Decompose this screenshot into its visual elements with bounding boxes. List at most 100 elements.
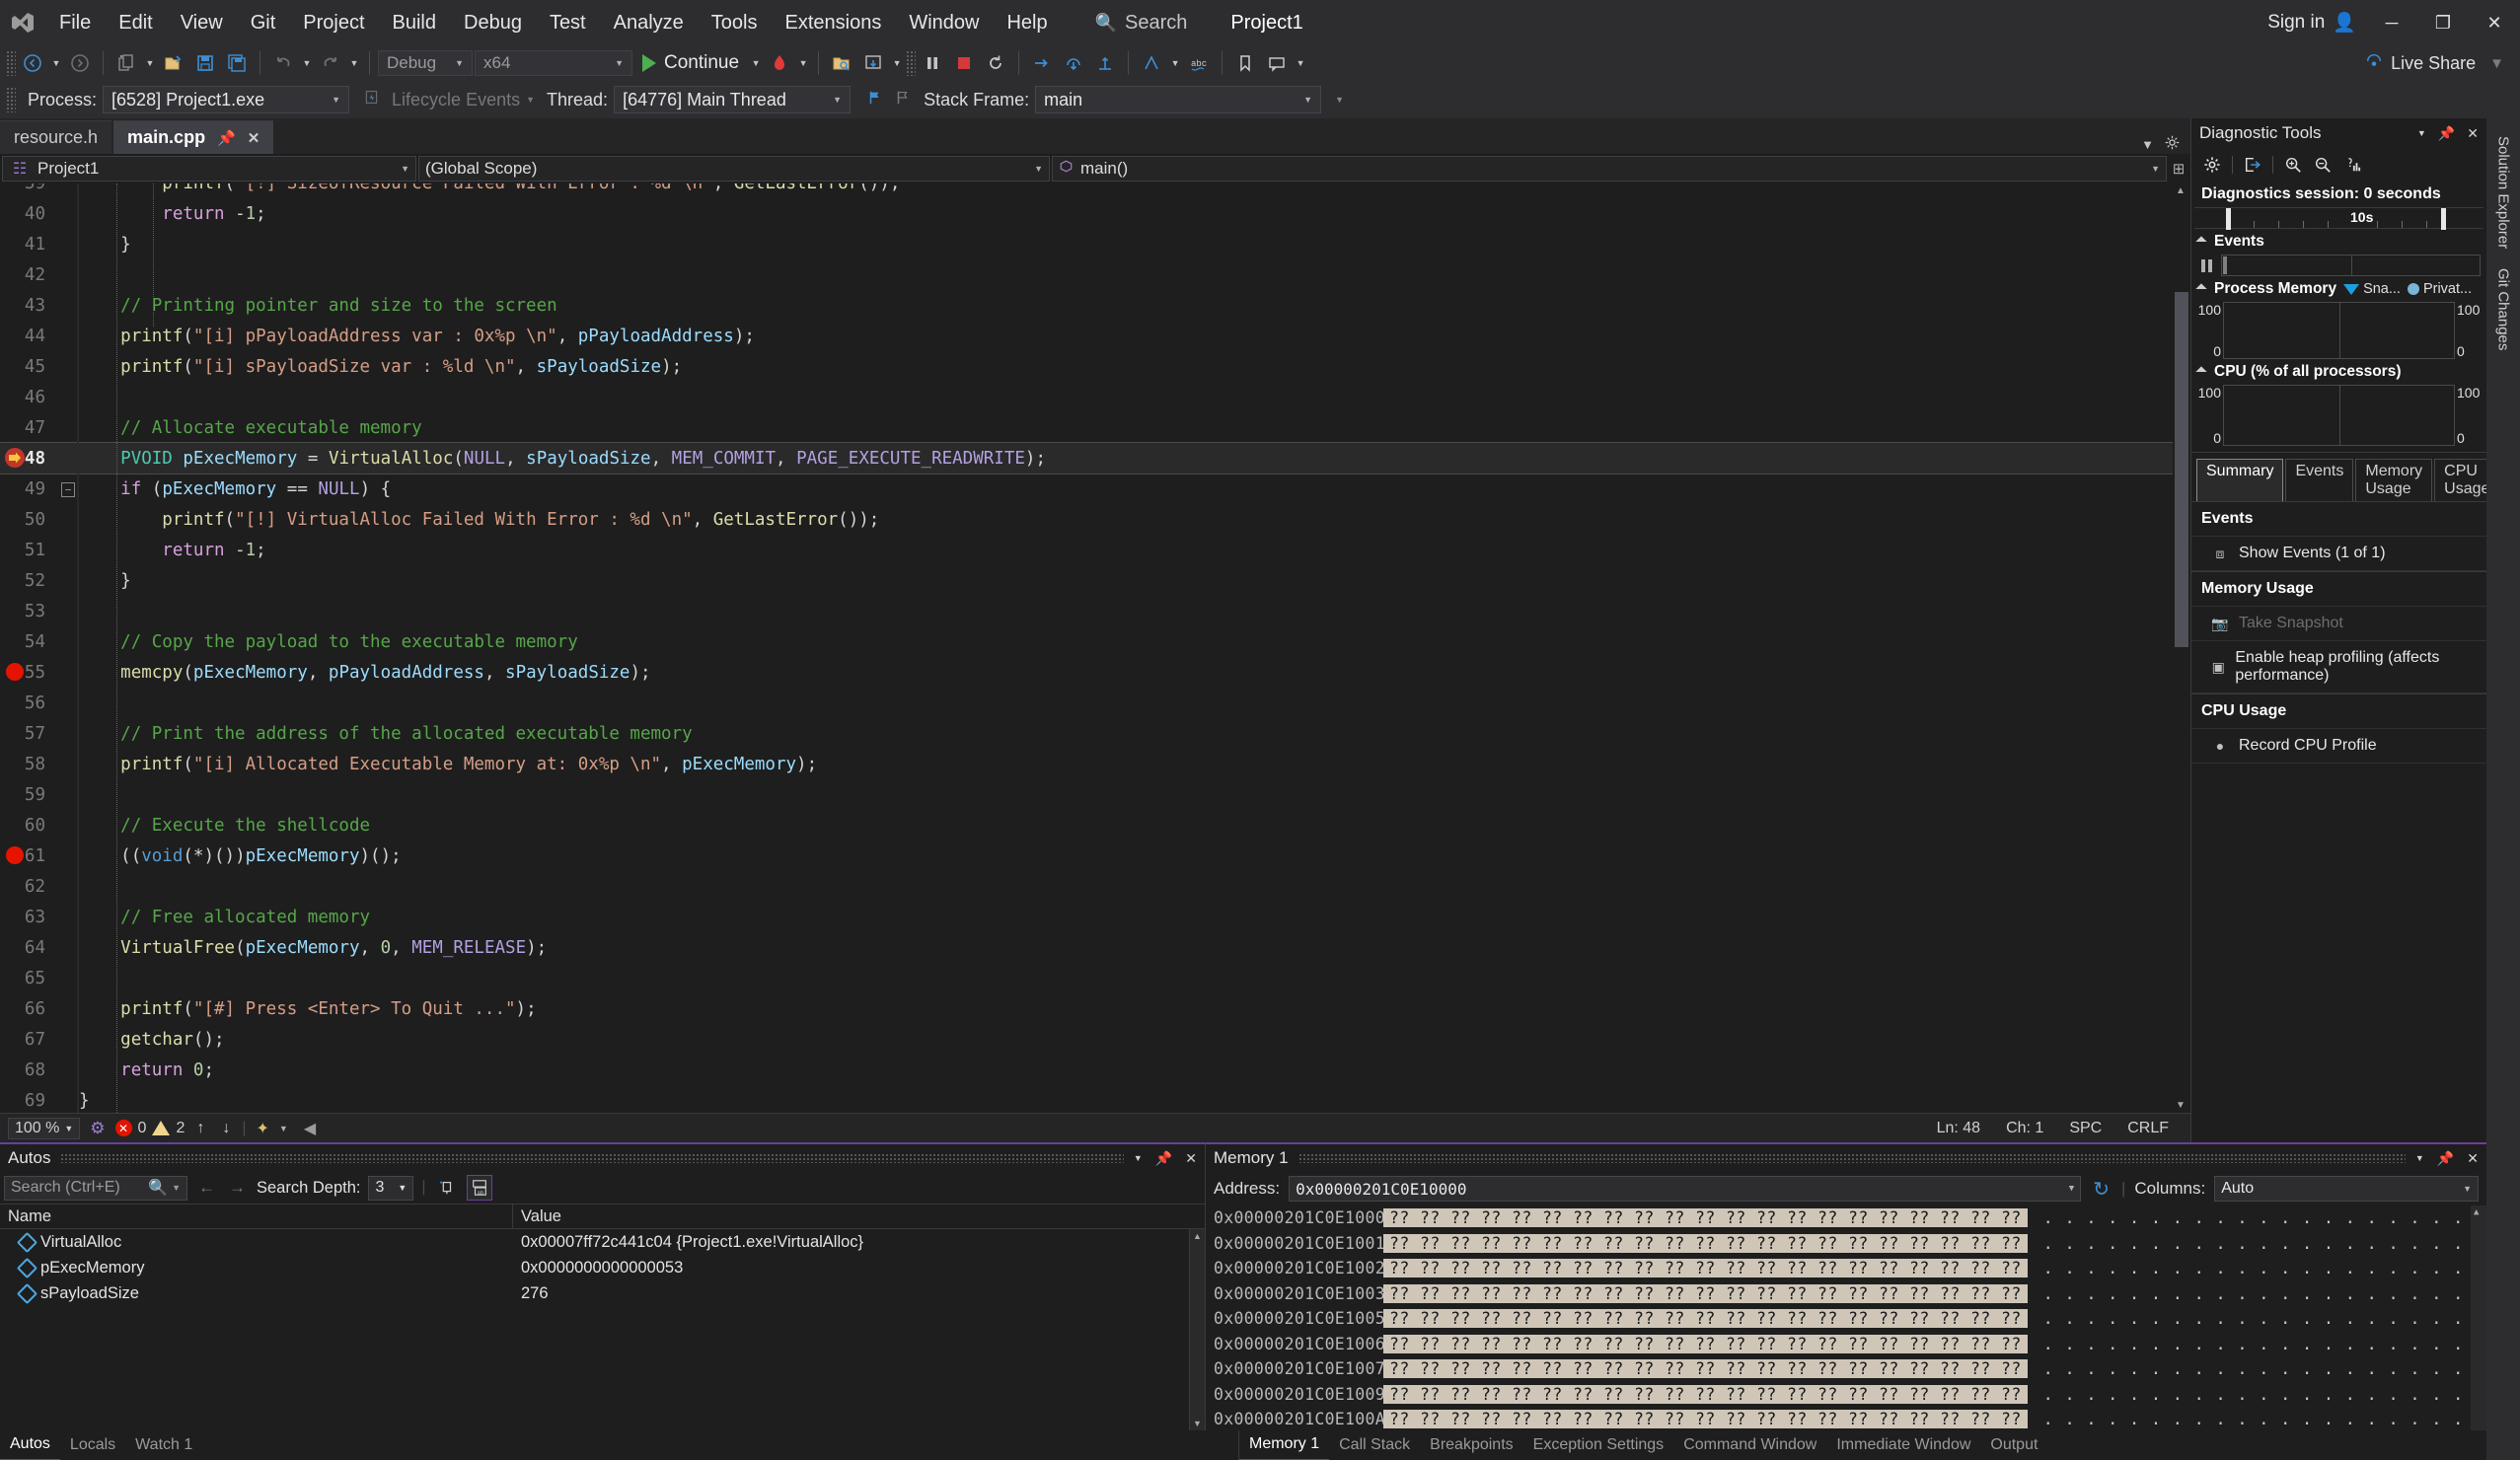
attach-to-process-icon[interactable] [827,48,856,78]
redo-dropdown-icon[interactable]: ▼ [347,48,361,78]
continue-button[interactable]: Continue [634,48,747,78]
code-line-65[interactable]: 65 [0,963,2190,993]
memory-row[interactable]: 0x00000201C0E10054?? ?? ?? ?? ?? ?? ?? ?… [1206,1306,2486,1332]
table-row[interactable]: pExecMemory 0x0000000000000053 void * [0,1255,1189,1280]
prev-issue-icon[interactable]: ↑ [190,1120,210,1137]
toolbar-overflow-icon[interactable]: ▼ [2489,55,2504,72]
thread-marker-dropdown-icon[interactable]: ▼ [1168,48,1182,78]
columns-select[interactable]: Auto ▼ [2214,1176,2479,1202]
undo-icon[interactable] [268,48,298,78]
search-dropdown-icon[interactable]: ▼ [172,1183,181,1193]
lifecycle-events-button[interactable]: Lifecycle Events ▼ [363,89,535,110]
debugbar-overflow-icon[interactable]: ▼ [1335,95,1344,105]
tab-summary[interactable]: Summary [2196,459,2284,501]
process-memory-section-header[interactable]: Process Memory Sna... Privat... [2191,276,2486,302]
code-line-52[interactable]: 52 } [0,565,2190,596]
error-count[interactable]: ✕ 0 [114,1120,146,1137]
chevron-down-icon[interactable]: ▼ [1134,1153,1143,1163]
code-line-60[interactable]: 60 // Execute the shellcode [0,810,2190,840]
code-line-62[interactable]: 62 [0,871,2190,902]
code-editor[interactable]: 39 printf("[!] SizeofResource Failed Wit… [0,183,2190,1113]
live-share-button[interactable]: Live Share [2365,52,2476,75]
code-line-42[interactable]: 42 [0,259,2190,290]
select-graph-icon[interactable] [2339,152,2365,178]
bottom-tab-exception-settings[interactable]: Exception Settings [1523,1430,1674,1460]
autos-scrollbar[interactable]: ▲ ▼ [1189,1229,1205,1430]
diagnostics-timeline[interactable]: 10s [2194,207,2483,230]
bottom-tab-call-stack[interactable]: Call Stack [1329,1430,1420,1460]
code-line-61[interactable]: 61 ((void(*)())pExecMemory)(); [0,840,2190,871]
memory-hex-bytes[interactable]: ?? ?? ?? ?? ?? ?? ?? ?? ?? ?? ?? ?? ?? ?… [1383,1384,2028,1404]
maximize-button[interactable]: ❐ [2417,0,2469,45]
next-issue-icon[interactable]: ↓ [216,1120,236,1137]
quick-actions-dropdown-icon[interactable]: ▼ [279,1124,288,1133]
collapse-status-icon[interactable]: ◀ [294,1119,316,1138]
step-into-icon[interactable] [858,48,888,78]
menu-git[interactable]: Git [237,0,290,45]
bottom-tab-command-window[interactable]: Command Window [1673,1430,1826,1460]
new-item-icon[interactable] [111,48,141,78]
menu-file[interactable]: File [45,0,105,45]
code-line-69[interactable]: 69} [0,1085,2190,1113]
new-item-dropdown-icon[interactable]: ▼ [143,48,157,78]
menu-analyze[interactable]: Analyze [600,0,698,45]
restart-icon[interactable] [981,48,1010,78]
navbar-expand-icon[interactable]: ⊞ [2169,160,2188,178]
show-events-row[interactable]: ⧈ Show Events (1 of 1) [2191,537,2486,571]
bottom-tab-immediate-window[interactable]: Immediate Window [1826,1430,1980,1460]
memory-row[interactable]: 0x00000201C0E10015?? ?? ?? ?? ?? ?? ?? ?… [1206,1231,2486,1257]
code-line-40[interactable]: 40 return -1; [0,198,2190,229]
scroll-down-icon[interactable]: ▼ [2176,1100,2186,1111]
unflag-thread-icon[interactable] [894,89,912,111]
memory-row[interactable]: 0x00000201C0E1007E?? ?? ?? ?? ?? ?? ?? ?… [1206,1356,2486,1382]
code-line-64[interactable]: 64 VirtualFree(pExecMemory, 0, MEM_RELEA… [0,932,2190,963]
scroll-up-icon[interactable]: ▲ [1193,1231,1202,1241]
code-line-58[interactable]: 58 printf("[i] Allocated Executable Memo… [0,749,2190,779]
flag-thread-icon[interactable] [866,89,884,111]
save-icon[interactable] [190,48,220,78]
navbar-scope-select[interactable]: (Global Scope) ▼ [418,156,1050,182]
autos-drag-handle[interactable] [60,1153,1124,1163]
comment-dropdown-icon[interactable]: ▼ [1294,48,1307,78]
close-icon[interactable]: ✕ [2467,1150,2479,1167]
record-cpu-row[interactable]: ● Record CPU Profile [2191,729,2486,764]
pause-icon[interactable] [918,48,947,78]
rail-solution-explorer[interactable]: Solution Explorer [2492,126,2515,258]
chevron-down-icon[interactable]: ▼ [2415,1153,2424,1163]
stop-icon[interactable] [949,48,979,78]
toolbar-grip-2[interactable] [906,50,917,76]
memory-hex-bytes[interactable]: ?? ?? ?? ?? ?? ?? ?? ?? ?? ?? ?? ?? ?? ?… [1383,1233,2028,1253]
code-line-39[interactable]: 39 printf("[!] SizeofResource Failed Wit… [0,183,2190,198]
memory-hex-bytes[interactable]: ?? ?? ?? ?? ?? ?? ?? ?? ?? ?? ?? ?? ?? ?… [1383,1309,2028,1329]
table-row[interactable]: VirtualAlloc 0x00007ff72c441c04 {Project… [0,1229,1189,1255]
intellicode-icon[interactable]: ⚙ [86,1119,109,1138]
editor-settings-icon[interactable] [2164,134,2181,154]
column-header-value[interactable]: Value [513,1204,1253,1229]
eol-indicator[interactable]: CRLF [2127,1120,2169,1137]
bottom-tab-watch-1[interactable]: Watch 1 [125,1430,202,1460]
toolbar-grip[interactable] [6,50,16,76]
code-line-41[interactable]: 41 } [0,229,2190,259]
undo-dropdown-icon[interactable]: ▼ [300,48,314,78]
code-line-54[interactable]: 54 // Copy the payload to the executable… [0,626,2190,657]
menu-build[interactable]: Build [379,0,450,45]
rail-git-changes[interactable]: Git Changes [2492,258,2515,360]
memory-hex-bytes[interactable]: ?? ?? ?? ?? ?? ?? ?? ?? ?? ?? ?? ?? ?? ?… [1383,1359,2028,1379]
events-section-header[interactable]: Events [2191,229,2486,255]
code-line-51[interactable]: 51 return -1; [0,535,2190,565]
pin-icon[interactable]: 📌 [217,129,236,147]
code-line-55[interactable]: 55 memcpy(pExecMemory, pPayloadAddress, … [0,657,2190,688]
memory-drag-handle[interactable] [1297,1153,2406,1163]
navigate-forward-icon[interactable] [65,48,95,78]
take-snapshot-row[interactable]: 📷 Take Snapshot [2191,607,2486,641]
scroll-up-icon[interactable]: ▲ [2474,1207,2479,1217]
bottom-tab-output[interactable]: Output [1980,1430,2047,1460]
bottom-tab-breakpoints[interactable]: Breakpoints [1420,1430,1523,1460]
pin-icon[interactable]: 📌 [2438,125,2455,142]
editor-vertical-scrollbar[interactable]: ▲ ▼ [2173,183,2190,1113]
code-line-48[interactable]: 48 PVOID pExecMemory = VirtualAlloc(NULL… [0,442,2190,474]
memory-row[interactable]: 0x00000201C0E10000?? ?? ?? ?? ?? ?? ?? ?… [1206,1205,2486,1231]
enable-heap-row[interactable]: ▣ Enable heap profiling (affects perform… [2191,641,2486,694]
menu-window[interactable]: Window [895,0,993,45]
code-line-47[interactable]: 47 // Allocate executable memory [0,412,2190,443]
